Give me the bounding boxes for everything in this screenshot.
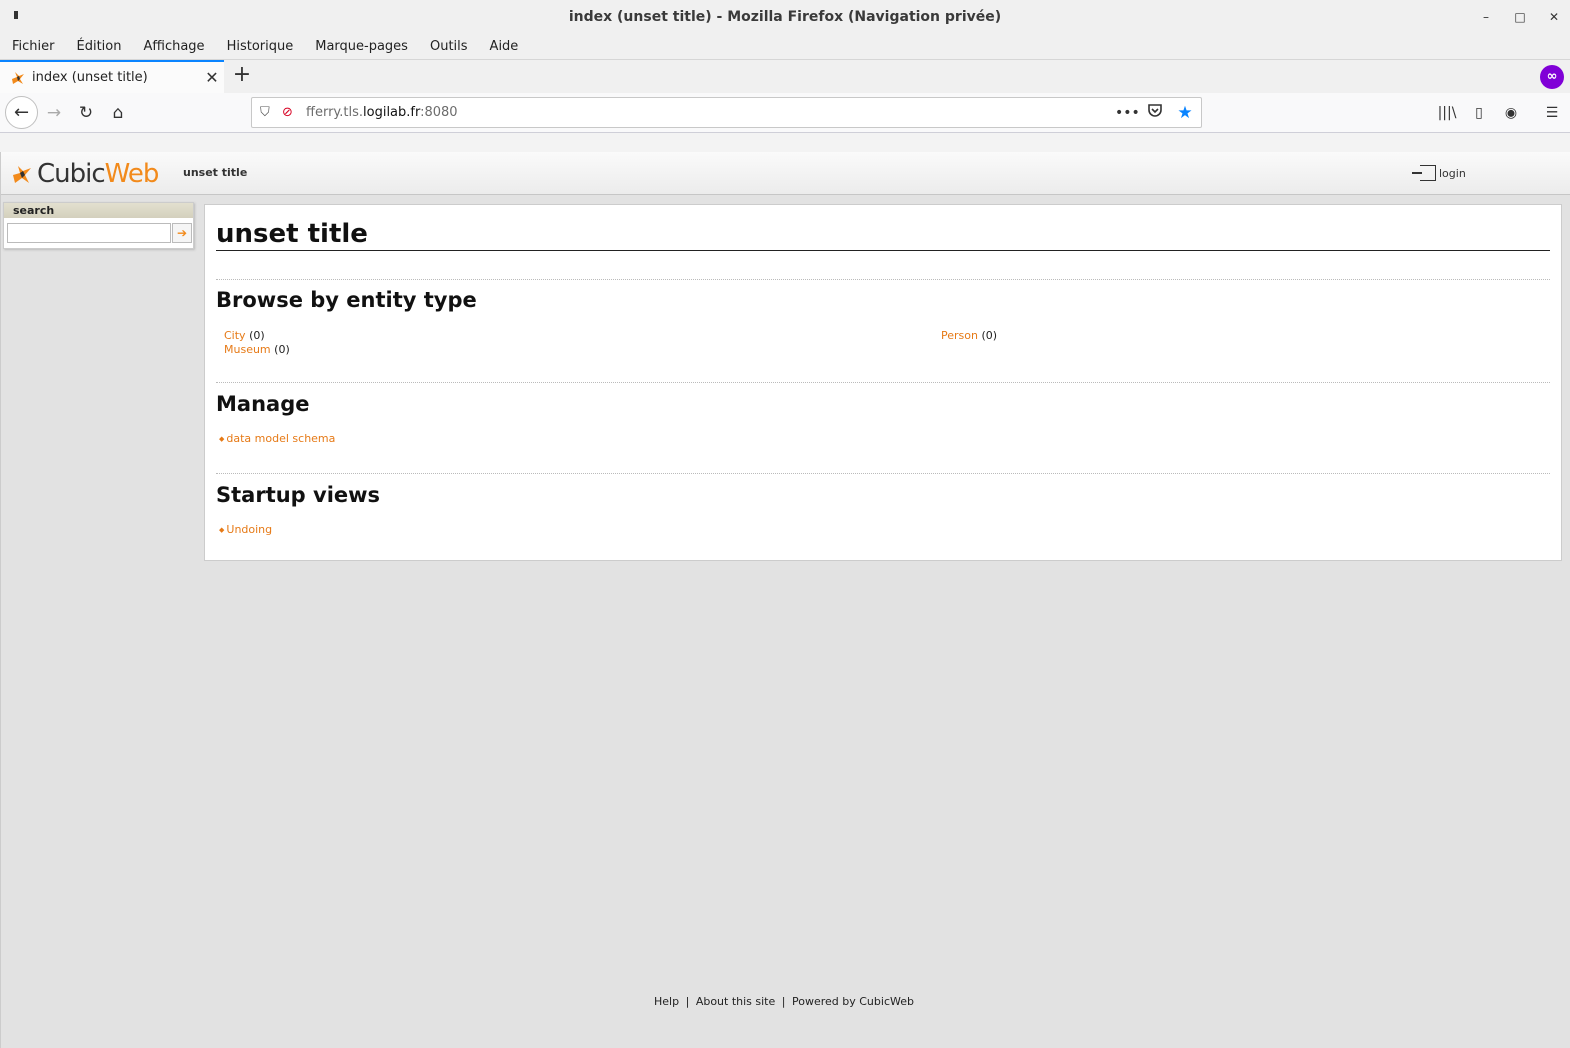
section-divider <box>216 382 1550 383</box>
entity-count-museum: (0) <box>274 343 290 356</box>
close-window-button[interactable]: ✕ <box>1545 8 1563 26</box>
logo-text-web: Web <box>104 159 160 189</box>
hamburger-menu-icon[interactable]: ☰ <box>1541 101 1563 125</box>
home-button[interactable]: ⌂ <box>106 101 130 125</box>
menu-aide[interactable]: Aide <box>490 39 519 54</box>
private-browsing-icon: ∞ <box>1540 65 1564 89</box>
search-input[interactable] <box>7 223 171 243</box>
url-bar[interactable]: ⛉ ⊘ fferry.tls.logilab.fr:8080 ••• ★ <box>251 97 1202 128</box>
footer-separator: | <box>685 995 690 1008</box>
tab-index[interactable]: index (unset title) ✕ <box>0 60 224 93</box>
tracking-protection-shield-icon[interactable]: ⛉ <box>260 105 276 120</box>
startup-views-heading: Startup views <box>216 483 381 507</box>
entity-count-person: (0) <box>981 329 998 342</box>
window-title: index (unset title) - Mozilla Firefox (N… <box>568 9 1002 25</box>
tab-close-icon[interactable]: ✕ <box>200 68 224 87</box>
login-link[interactable]: login <box>1412 165 1466 181</box>
logo-text-cubic: Cubic <box>37 159 106 189</box>
bullet-icon: ◆ <box>219 526 225 534</box>
page-actions-icon[interactable]: ••• <box>1115 102 1140 125</box>
entity-link-person[interactable]: Person <box>941 329 978 342</box>
login-icon <box>1412 165 1436 181</box>
search-box: search ➔ <box>3 202 194 249</box>
section-divider <box>216 473 1550 474</box>
page-viewport: CubicWeb unset title login search ➔ unse… <box>0 152 1570 1048</box>
cubicweb-logo[interactable]: CubicWeb <box>11 159 166 189</box>
footer-separator: | <box>781 995 786 1008</box>
page-title: unset title <box>216 218 1550 251</box>
entity-count-city: (0) <box>249 329 265 342</box>
cubicweb-logo-icon <box>11 163 33 185</box>
pocket-icon[interactable] <box>1145 102 1165 125</box>
minimize-button[interactable]: – <box>1477 8 1495 26</box>
site-header: CubicWeb unset title login <box>1 152 1570 195</box>
entity-link-city[interactable]: City <box>224 329 246 342</box>
tab-bar: index (unset title) ✕ + ∞ <box>0 59 1570 93</box>
footer-help-link[interactable]: Help <box>654 995 679 1008</box>
back-button[interactable]: ← <box>5 96 38 129</box>
main-content: unset title Browse by entity type City (… <box>204 204 1562 561</box>
header-page-title: unset title <box>183 166 248 179</box>
menu-affichage[interactable]: Affichage <box>143 39 204 54</box>
login-label: login <box>1439 166 1466 180</box>
bookmark-star-icon[interactable]: ★ <box>1175 102 1195 125</box>
manage-heading: Manage <box>216 392 310 416</box>
browse-heading: Browse by entity type <box>216 288 477 312</box>
window-menu-icon[interactable] <box>14 11 18 19</box>
bullet-icon: ◆ <box>219 435 225 443</box>
account-icon[interactable]: ◉ <box>1500 101 1522 125</box>
search-submit-button[interactable]: ➔ <box>172 223 192 243</box>
sidebar-toggle-icon[interactable]: ▯ <box>1468 101 1490 125</box>
footer-about-link[interactable]: About this site <box>696 995 775 1008</box>
insecure-connection-icon[interactable]: ⊘ <box>282 105 298 120</box>
window-titlebar: index (unset title) - Mozilla Firefox (N… <box>0 0 1570 34</box>
url-text[interactable]: fferry.tls.logilab.fr:8080 <box>306 105 458 120</box>
new-tab-button[interactable]: + <box>230 64 254 88</box>
navigation-toolbar: ← → ↻ ⌂ ⛉ ⊘ fferry.tls.logilab.fr:8080 •… <box>0 93 1570 133</box>
entity-type-person: Person (0) <box>941 329 997 342</box>
reload-button[interactable]: ↻ <box>74 101 98 125</box>
forward-button[interactable]: → <box>42 101 66 125</box>
tab-title: index (unset title) <box>32 70 148 85</box>
section-divider <box>216 279 1550 280</box>
menu-edition[interactable]: Édition <box>77 39 122 54</box>
menu-marque-pages[interactable]: Marque-pages <box>315 39 408 54</box>
entity-type-city: City (0) <box>224 329 265 342</box>
menu-fichier[interactable]: Fichier <box>12 39 55 54</box>
entity-link-museum[interactable]: Museum <box>224 343 271 356</box>
cubicweb-favicon-icon <box>10 70 26 86</box>
menu-bar: Fichier Édition Affichage Historique Mar… <box>0 34 1570 59</box>
library-icon[interactable]: |||\ <box>1436 101 1458 125</box>
footer-powered-link[interactable]: Powered by CubicWeb <box>792 995 914 1008</box>
manage-link-schema[interactable]: ◆ data model schema <box>219 432 335 445</box>
search-box-title: search <box>4 203 193 218</box>
menu-outils[interactable]: Outils <box>430 39 468 54</box>
maximize-button[interactable]: □ <box>1511 8 1529 26</box>
startup-link-undoing[interactable]: ◆ Undoing <box>219 523 272 536</box>
page-footer: Help | About this site | Powered by Cubi… <box>1 995 1570 1008</box>
menu-historique[interactable]: Historique <box>227 39 294 54</box>
entity-type-museum: Museum (0) <box>224 343 290 356</box>
